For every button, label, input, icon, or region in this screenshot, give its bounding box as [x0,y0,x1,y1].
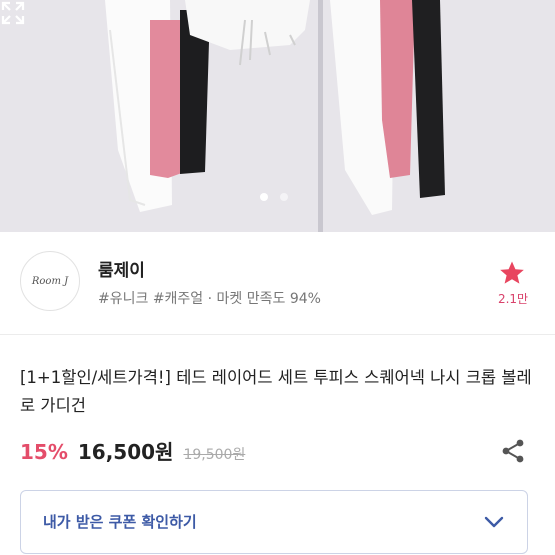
seller-logo-text: Room J [31,275,69,287]
star-icon[interactable] [499,260,525,286]
coupon-check-button[interactable]: 내가 받은 쿠폰 확인하기 [20,490,528,554]
product-title: [1+1할인/세트가격!] 테드 레이어드 세트 투피스 스퀘어넥 나시 크롭 … [20,368,532,415]
expand-icon[interactable] [0,0,26,26]
seller-avatar[interactable]: Room J [20,251,80,311]
pagination-dot-active[interactable] [260,193,268,201]
coupon-label: 내가 받은 쿠폰 확인하기 [43,513,197,531]
seller-info[interactable]: Room J 룸제이 #유니크 #캐주얼 · 마켓 만족도 94% 2.1만 [0,232,555,335]
price-row: 15% 16,500원 19,500원 [20,436,245,465]
share-icon[interactable] [501,438,525,464]
original-price: 19,500원 [183,447,246,463]
discount-rate: 15% [20,440,68,464]
sale-price: 16,500원 [77,440,174,464]
chevron-down-icon [484,516,504,528]
favorite-count: 2.1만 [497,292,529,306]
seller-name[interactable]: 룸제이 [98,256,145,281]
product-image[interactable] [0,0,555,232]
pagination-dot[interactable] [280,193,288,201]
image-pagination [260,193,288,201]
seller-tags: #유니크 #캐주얼 · 마켓 만족도 94% [98,291,321,307]
